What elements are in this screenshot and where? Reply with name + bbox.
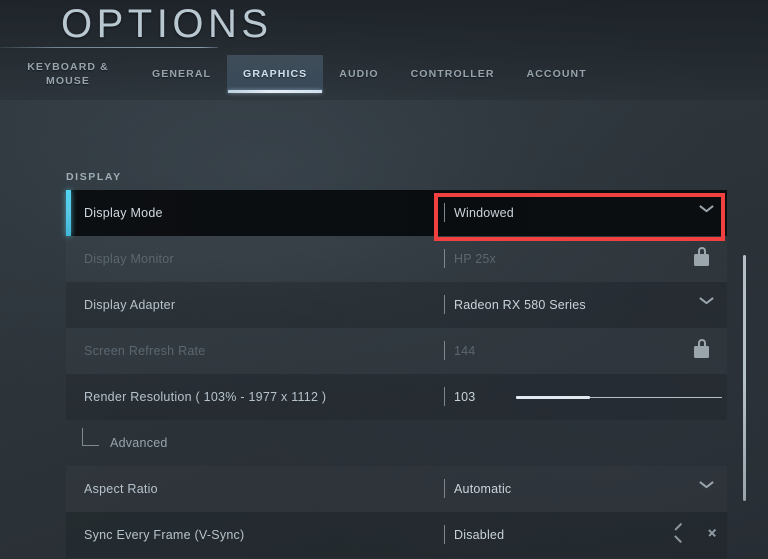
chevron-left-icon[interactable] xyxy=(673,525,683,539)
page-title: OPTIONS xyxy=(61,2,273,46)
setting-control-screen-refresh-rate: 144 xyxy=(444,339,727,363)
tab-account[interactable]: ACCOUNT xyxy=(511,55,603,93)
options-header: OPTIONS KEYBOARD & MOUSE GENERAL GRAPHIC… xyxy=(0,0,768,100)
setting-label-display-mode: Display Mode xyxy=(84,206,163,220)
tab-audio[interactable]: AUDIO xyxy=(323,55,394,93)
setting-label-sync-every-frame: Sync Every Frame (V-Sync) xyxy=(84,528,245,542)
setting-value-sync-every-frame: Disabled xyxy=(454,528,505,542)
value-divider xyxy=(444,203,445,222)
setting-label-aspect-ratio: Aspect Ratio xyxy=(84,482,158,496)
setting-label-display-adapter: Display Adapter xyxy=(84,298,176,312)
value-divider xyxy=(444,525,445,544)
tab-general[interactable]: GENERAL xyxy=(136,55,227,93)
slider-fill xyxy=(516,396,591,399)
setting-row-screen-refresh-rate: Screen Refresh Rate 144 xyxy=(66,328,727,374)
setting-value-aspect-ratio: Automatic xyxy=(454,482,512,496)
lock-icon xyxy=(694,339,709,358)
chevron-down-icon[interactable] xyxy=(700,205,713,213)
setting-value-display-mode: Windowed xyxy=(454,206,514,220)
tab-controller-label: CONTROLLER xyxy=(410,67,495,80)
selection-indicator xyxy=(66,190,71,236)
sub-item-connector-icon xyxy=(82,428,99,446)
value-divider xyxy=(444,387,445,406)
stepper-arrows xyxy=(673,524,721,542)
setting-row-advanced[interactable]: Advanced xyxy=(66,420,727,466)
setting-row-aspect-ratio[interactable]: Aspect Ratio Automatic xyxy=(66,466,727,512)
setting-control-render-resolution[interactable]: 103 xyxy=(444,385,727,409)
setting-label-advanced: Advanced xyxy=(110,436,168,450)
setting-value-screen-refresh-rate: 144 xyxy=(454,344,476,358)
tab-keyboard-mouse-line1: KEYBOARD & xyxy=(27,61,109,73)
tab-keyboard-mouse-line2: MOUSE xyxy=(45,75,90,87)
setting-value-render-resolution: 103 xyxy=(454,390,476,404)
setting-control-sync-every-frame[interactable]: Disabled xyxy=(444,523,727,547)
setting-row-render-resolution[interactable]: Render Resolution ( 103% - 1977 x 1112 )… xyxy=(66,374,727,420)
setting-control-aspect-ratio[interactable]: Automatic xyxy=(444,477,727,501)
tab-graphics[interactable]: GRAPHICS xyxy=(227,55,324,93)
value-divider xyxy=(444,249,445,268)
chevron-right-icon[interactable] xyxy=(707,525,717,539)
options-content: DISPLAY Display Mode Windowed Display Mo… xyxy=(0,100,768,559)
tab-graphics-label: GRAPHICS xyxy=(243,67,308,80)
tab-audio-label: AUDIO xyxy=(339,67,379,80)
chevron-down-icon[interactable] xyxy=(700,297,713,305)
setting-control-display-mode[interactable]: Windowed xyxy=(444,201,727,225)
lock-icon xyxy=(694,247,709,266)
setting-value-display-adapter: Radeon RX 580 Series xyxy=(454,298,586,312)
setting-row-display-mode[interactable]: Display Mode Windowed xyxy=(66,190,727,236)
setting-control-display-monitor: HP 25x xyxy=(444,247,727,271)
setting-row-display-monitor: Display Monitor HP 25x xyxy=(66,236,727,282)
setting-label-screen-refresh-rate: Screen Refresh Rate xyxy=(84,344,206,358)
setting-control-display-adapter[interactable]: Radeon RX 580 Series xyxy=(444,293,727,317)
setting-row-sync-every-frame[interactable]: Sync Every Frame (V-Sync) Disabled xyxy=(66,512,727,558)
value-divider xyxy=(444,295,445,314)
setting-value-display-monitor: HP 25x xyxy=(454,252,496,266)
section-header-display: DISPLAY xyxy=(66,171,122,183)
setting-row-display-adapter[interactable]: Display Adapter Radeon RX 580 Series xyxy=(66,282,727,328)
scrollbar-thumb[interactable] xyxy=(743,255,746,501)
options-screen: OPTIONS KEYBOARD & MOUSE GENERAL GRAPHIC… xyxy=(0,0,768,559)
tab-general-label: GENERAL xyxy=(152,67,212,80)
title-underline xyxy=(0,47,218,48)
tab-bar: KEYBOARD & MOUSE GENERAL GRAPHICS AUDIO … xyxy=(0,55,603,93)
value-divider xyxy=(444,479,445,498)
render-resolution-slider[interactable] xyxy=(516,395,722,400)
value-divider xyxy=(444,341,445,360)
tab-account-label: ACCOUNT xyxy=(526,67,587,80)
tab-keyboard-mouse[interactable]: KEYBOARD & MOUSE xyxy=(0,55,136,93)
setting-label-display-monitor: Display Monitor xyxy=(84,252,174,266)
tab-controller[interactable]: CONTROLLER xyxy=(395,55,511,93)
setting-label-render-resolution: Render Resolution ( 103% - 1977 x 1112 ) xyxy=(84,390,327,404)
chevron-down-icon[interactable] xyxy=(700,481,713,489)
settings-list: Display Mode Windowed Display Monitor HP… xyxy=(66,190,727,558)
